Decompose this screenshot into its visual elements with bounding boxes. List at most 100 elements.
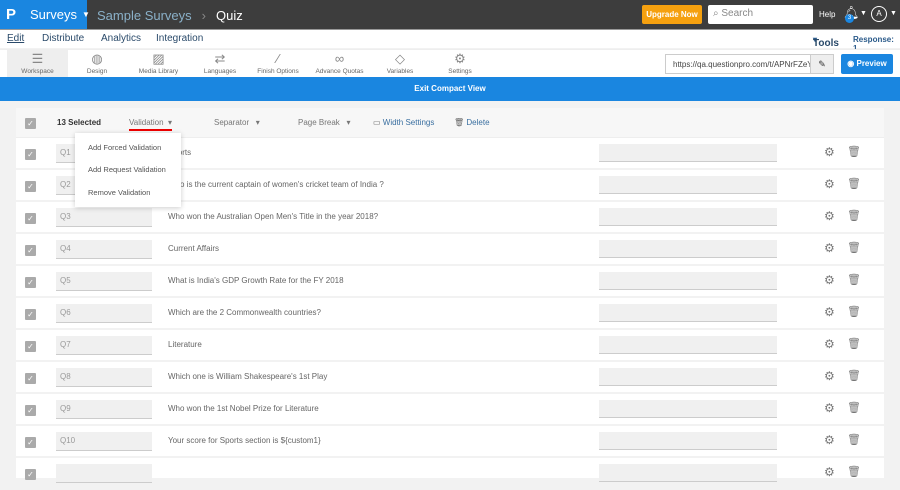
- trash-icon[interactable]: 🗑︎: [847, 433, 861, 446]
- trash-icon[interactable]: 🗑︎: [847, 273, 861, 286]
- answer-field[interactable]: [599, 368, 777, 386]
- question-id-field[interactable]: Q7: [56, 336, 152, 355]
- question-id-field[interactable]: Q3: [56, 208, 152, 227]
- question-text[interactable]: Who is the current captain of women's cr…: [168, 180, 384, 189]
- row-checkbox[interactable]: ✓: [25, 405, 36, 416]
- select-all-checkbox[interactable]: ✓: [25, 118, 36, 129]
- answer-field[interactable]: [599, 304, 777, 322]
- upgrade-button[interactable]: Upgrade Now: [642, 5, 702, 24]
- question-text[interactable]: Which one is William Shakespeare's 1st P…: [168, 372, 327, 381]
- separator-dropdown[interactable]: Separator ▾: [214, 118, 260, 127]
- trash-icon[interactable]: 🗑︎: [847, 209, 861, 222]
- question-id-field[interactable]: Q8: [56, 368, 152, 387]
- toolbar-languages[interactable]: ⇄ Languages: [195, 50, 245, 78]
- answer-field[interactable]: [599, 176, 777, 194]
- toolbar-finish-options[interactable]: ⁄ Finish Options: [252, 50, 304, 78]
- gear-icon[interactable]: ⚙: [824, 433, 835, 447]
- question-id-field[interactable]: Q9: [56, 400, 152, 419]
- row-checkbox[interactable]: ✓: [25, 245, 36, 256]
- delete-button[interactable]: 🗑︎ Delete: [454, 118, 490, 127]
- answer-field[interactable]: [599, 240, 777, 258]
- question-text[interactable]: What is India's GDP Growth Rate for the …: [168, 276, 344, 285]
- trash-icon[interactable]: 🗑︎: [847, 241, 861, 254]
- product-switcher[interactable]: P Surveys ▼: [0, 0, 90, 29]
- question-text[interactable]: Literature: [168, 340, 202, 349]
- question-text[interactable]: Your score for Sports section is ${custo…: [168, 436, 321, 445]
- question-id-field[interactable]: Q5: [56, 272, 152, 291]
- question-text[interactable]: Current Affairs: [168, 244, 219, 253]
- label: Variables: [386, 68, 414, 75]
- trash-icon[interactable]: 🗑︎: [847, 177, 861, 190]
- answer-field[interactable]: [599, 336, 777, 354]
- menu-add-request-validation[interactable]: Add Request Validation: [88, 165, 166, 174]
- survey-url-field[interactable]: https://qa.questionpro.com/t/APNrFZeY: [665, 54, 811, 74]
- row-checkbox[interactable]: ✓: [25, 213, 36, 224]
- question-id-field[interactable]: Q6: [56, 304, 152, 323]
- preview-label: Preview: [856, 59, 887, 68]
- nav-analytics[interactable]: Analytics: [101, 33, 141, 44]
- row-checkbox[interactable]: ✓: [25, 149, 36, 160]
- question-id-field[interactable]: [56, 464, 152, 483]
- gear-icon[interactable]: ⚙: [824, 241, 835, 255]
- exit-compact-view-button[interactable]: Exit Compact View: [0, 77, 900, 101]
- row-checkbox[interactable]: ✓: [25, 341, 36, 352]
- gear-icon[interactable]: ⚙: [824, 305, 835, 319]
- gear-icon[interactable]: ⚙: [824, 145, 835, 159]
- avatar[interactable]: A: [871, 6, 887, 22]
- answer-field[interactable]: [599, 400, 777, 418]
- search-input[interactable]: ⌕ Search: [708, 5, 813, 24]
- gear-icon[interactable]: ⚙: [824, 337, 835, 351]
- question-id-field[interactable]: Q10: [56, 432, 152, 451]
- answer-field[interactable]: [599, 208, 777, 226]
- trash-icon[interactable]: 🗑︎: [847, 369, 861, 382]
- question-text[interactable]: Who won the Australian Open Men's Title …: [168, 212, 378, 221]
- caret-down-icon[interactable]: ▼: [890, 10, 897, 17]
- row-checkbox[interactable]: ✓: [25, 181, 36, 192]
- toolbar-variables[interactable]: ◇ Variables: [380, 50, 420, 78]
- nav-edit[interactable]: Edit: [7, 33, 24, 44]
- help-link[interactable]: Help: [819, 10, 835, 19]
- gear-icon[interactable]: ⚙: [824, 273, 835, 287]
- nav-integration[interactable]: Integration: [156, 33, 203, 44]
- tools-menu[interactable]: Tools ▾: [813, 35, 839, 49]
- gear-icon[interactable]: ⚙: [824, 177, 835, 191]
- question-text[interactable]: Who won the 1st Nobel Prize for Literatu…: [168, 404, 319, 413]
- nav-distribute[interactable]: Distribute: [42, 33, 84, 44]
- width-settings-button[interactable]: ▭ Width Settings: [373, 118, 434, 127]
- question-id-field[interactable]: Q4: [56, 240, 152, 259]
- answer-field[interactable]: [599, 432, 777, 450]
- preview-button[interactable]: ◉ Preview: [841, 54, 893, 74]
- row-checkbox[interactable]: ✓: [25, 277, 36, 288]
- breadcrumb-sample-surveys[interactable]: Sample Surveys: [97, 8, 192, 23]
- row-checkbox[interactable]: ✓: [25, 437, 36, 448]
- trash-icon[interactable]: 🗑︎: [847, 465, 861, 478]
- label: Settings: [448, 68, 472, 75]
- toolbar-design[interactable]: ◍ Design: [72, 50, 122, 78]
- row-checkbox[interactable]: ✓: [25, 469, 36, 480]
- question-text[interactable]: Which are the 2 Commonwealth countries?: [168, 308, 321, 317]
- toolbar-settings[interactable]: ⚙ Settings: [440, 50, 480, 78]
- answer-field[interactable]: [599, 144, 777, 162]
- pencil-icon[interactable]: ✎: [811, 54, 834, 74]
- toolbar-media-library[interactable]: ▨ Media Library: [130, 50, 187, 78]
- validation-dropdown[interactable]: Validation ▾: [129, 118, 173, 131]
- page-break-dropdown[interactable]: Page Break ▾: [298, 118, 351, 127]
- row-checkbox[interactable]: ✓: [25, 373, 36, 384]
- answer-field[interactable]: [599, 464, 777, 482]
- trash-icon[interactable]: 🗑︎: [847, 401, 861, 414]
- toolbar-workspace[interactable]: ☰ Workspace: [7, 50, 68, 78]
- gear-icon[interactable]: ⚙: [824, 209, 835, 223]
- row-checkbox[interactable]: ✓: [25, 309, 36, 320]
- menu-remove-validation[interactable]: Remove Validation: [88, 188, 150, 197]
- toolbar-advance-quotas[interactable]: ∞ Advance Quotas: [312, 50, 367, 78]
- trash-icon[interactable]: 🗑︎: [847, 337, 861, 350]
- trash-icon[interactable]: 🗑︎: [847, 145, 861, 158]
- gear-icon[interactable]: ⚙: [824, 369, 835, 383]
- caret-down-icon[interactable]: ▼: [860, 10, 867, 17]
- label: Workspace: [21, 68, 54, 75]
- answer-field[interactable]: [599, 272, 777, 290]
- menu-add-forced-validation[interactable]: Add Forced Validation: [88, 143, 161, 152]
- gear-icon[interactable]: ⚙: [824, 465, 835, 479]
- gear-icon[interactable]: ⚙: [824, 401, 835, 415]
- trash-icon[interactable]: 🗑︎: [847, 305, 861, 318]
